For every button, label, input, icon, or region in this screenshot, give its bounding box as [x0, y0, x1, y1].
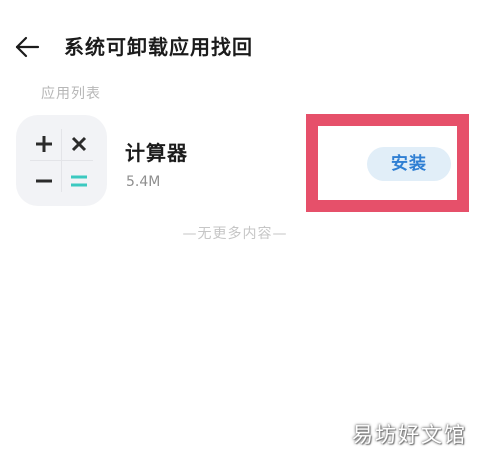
- calculator-icon: [16, 115, 107, 206]
- page-title: 系统可卸载应用找回: [64, 35, 253, 59]
- arrow-left-icon[interactable]: [14, 36, 40, 58]
- watermark: 易坊好文馆: [352, 423, 467, 447]
- plus-icon: [36, 136, 52, 152]
- header-bar: 系统可卸载应用找回: [0, 26, 491, 70]
- app-size: 5.4M: [126, 174, 161, 190]
- app-name: 计算器: [125, 141, 188, 165]
- install-button[interactable]: 安装: [367, 147, 451, 181]
- multiply-icon: [71, 136, 87, 152]
- app-restore-page: 系统可卸载应用找回 应用列表 计算器 5.4M 安装 —无更多内容— 易坊好文馆: [0, 0, 491, 466]
- list-end-marker: —无更多内容—: [182, 226, 288, 242]
- equals-icon: [71, 175, 87, 187]
- minus-icon: [36, 179, 52, 183]
- section-label: 应用列表: [41, 86, 101, 102]
